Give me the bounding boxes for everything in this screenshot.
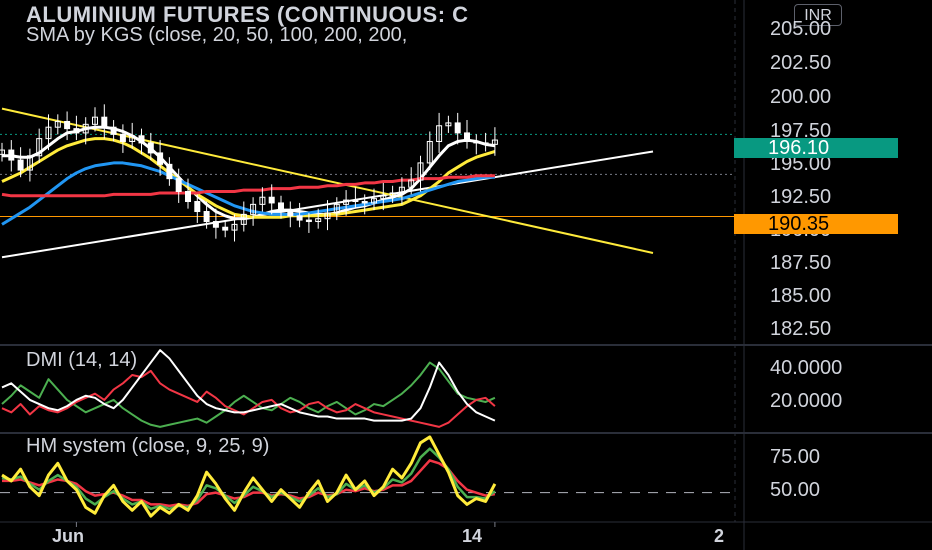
price-tick: 192.50 — [770, 186, 832, 208]
candle-body — [101, 116, 108, 128]
sma-indicator-legend[interactable]: SMA by KGS (close, 20, 50, 100, 200, 200… — [26, 24, 407, 47]
candle-body — [473, 140, 480, 144]
candle-body — [203, 211, 210, 223]
price-tick: 182.50 — [770, 318, 832, 340]
price-tick: 200.00 — [770, 86, 832, 108]
dmi-tick: 40.0000 — [770, 357, 843, 379]
candle-body — [138, 135, 145, 144]
price-tick: 205.00 — [770, 18, 832, 40]
candle-body — [166, 163, 173, 180]
dmi-line-green — [1, 361, 496, 428]
candle-body — [175, 178, 182, 193]
candle-body — [73, 128, 80, 134]
candle-body — [454, 122, 461, 134]
candle-body — [268, 196, 275, 204]
candle-body — [482, 142, 489, 145]
dmi-tick: 20.0000 — [770, 390, 843, 412]
candle-body — [157, 152, 164, 165]
candle-body — [212, 221, 219, 228]
level-price-tag: 190.35 — [734, 214, 898, 234]
candle-body — [361, 201, 368, 204]
candle-body — [185, 191, 191, 203]
candle-body — [278, 202, 284, 213]
x-tick-future: 2 — [714, 526, 725, 546]
hm-indicator-legend[interactable]: HM system (close, 9, 25, 9) — [26, 435, 269, 458]
candle-body — [64, 120, 71, 130]
last-price-tag: 196.10 — [734, 138, 898, 158]
trendline-yellow — [1, 107, 654, 254]
candle-body — [119, 133, 126, 142]
candle-body — [296, 215, 303, 221]
candle-body — [147, 142, 154, 154]
x-tick-jun: Jun — [52, 526, 85, 546]
candle-body — [17, 159, 24, 171]
candle-body — [287, 211, 294, 217]
candle-body — [110, 126, 117, 135]
candle-body — [222, 226, 229, 231]
candle-body — [8, 149, 15, 161]
hm-tick: 50.00 — [770, 479, 821, 501]
price-tick: 187.50 — [770, 252, 832, 274]
x-tick-14: 14 — [462, 526, 483, 546]
candle-body — [464, 132, 470, 142]
candle-body — [194, 201, 201, 213]
candle-body — [352, 199, 359, 203]
hm-tick: 75.00 — [770, 446, 821, 468]
dmi-indicator-legend[interactable]: DMI (14, 14) — [26, 349, 137, 372]
candle-body — [305, 219, 312, 223]
price-tick: 202.50 — [770, 52, 832, 74]
price-tick: 185.00 — [770, 285, 832, 307]
